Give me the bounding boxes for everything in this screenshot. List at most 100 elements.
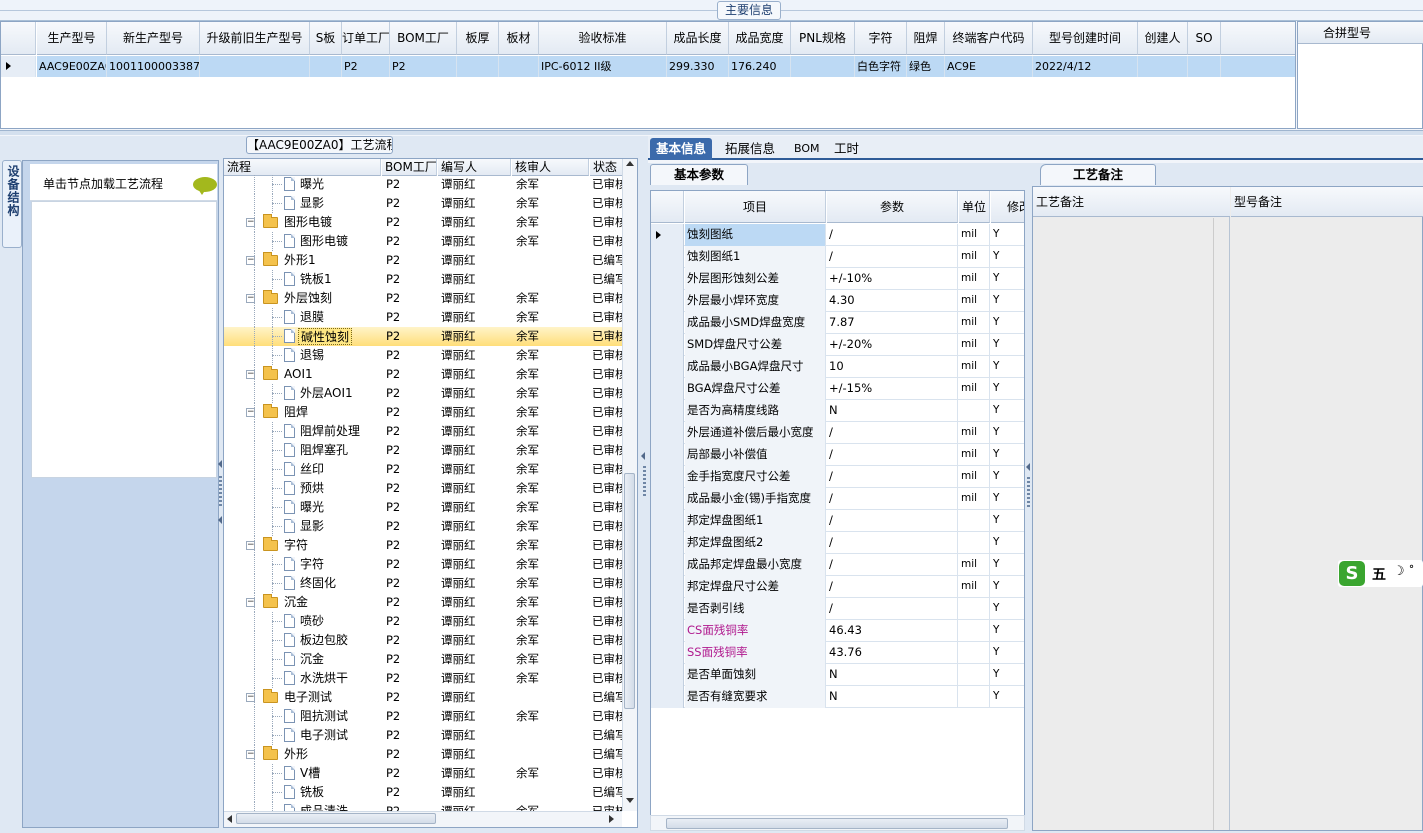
tree-horizontal-thumb[interactable] <box>236 813 436 824</box>
param-item-cell[interactable]: 成品最小SMD焊盘宽度 <box>685 312 826 334</box>
top-cell[interactable]: 2022/4/12 <box>1033 56 1138 77</box>
tree-bom-cell[interactable]: P2 <box>386 232 400 251</box>
tree-bom-cell[interactable]: P2 <box>386 308 400 327</box>
tree-bom-cell[interactable]: P2 <box>386 764 400 783</box>
tree-col-header[interactable]: 核审人 <box>512 159 589 176</box>
top-cell[interactable]: P2 <box>390 56 457 77</box>
param-row[interactable]: CS面残铜率 46.43 Y <box>651 620 1024 642</box>
param-item-cell[interactable]: 是否剥引线 <box>685 598 826 620</box>
tree-row[interactable]: − 字符 P2 谭丽红 余军 已审核 <box>224 536 622 555</box>
tree-bom-cell[interactable]: P2 <box>386 175 400 194</box>
tree-node-label[interactable]: 预烘 <box>298 480 326 497</box>
top-col-header[interactable]: 订单工厂 <box>342 22 390 55</box>
tree-bom-cell[interactable]: P2 <box>386 194 400 213</box>
tree-reviewer-cell[interactable]: 余军 <box>516 289 539 308</box>
param-item-cell[interactable]: 外层最小焊环宽度 <box>685 290 826 312</box>
param-item-cell[interactable]: 外层图形蚀刻公差 <box>685 268 826 290</box>
param-col-header[interactable]: 修改 <box>991 191 1024 223</box>
tab-basic-info[interactable]: 基本信息 <box>650 138 713 160</box>
tree-status-cell[interactable]: 已审核 <box>592 707 622 726</box>
tree-status-cell[interactable]: 已审核 <box>592 289 622 308</box>
top-col-header[interactable]: 成品宽度 <box>729 22 791 55</box>
tree-bom-cell[interactable]: P2 <box>386 289 400 308</box>
param-mod-cell[interactable]: Y <box>991 444 1024 466</box>
tree-bom-cell[interactable]: P2 <box>386 688 400 707</box>
tree-status-cell[interactable]: 已编写 <box>592 726 622 745</box>
tree-status-cell[interactable]: 已审核 <box>592 422 622 441</box>
param-item-cell[interactable]: 邦定焊盘尺寸公差 <box>685 576 826 598</box>
tree-row[interactable]: 铣板 P2 谭丽红 已编写 <box>224 783 622 802</box>
param-value-cell[interactable]: 4.30 <box>827 290 958 312</box>
vertical-splitter[interactable] <box>640 136 648 833</box>
top-col-header[interactable]: 板材 <box>499 22 539 55</box>
scroll-up-icon[interactable] <box>626 161 634 166</box>
tree-bom-cell[interactable]: P2 <box>386 384 400 403</box>
tree-node-label[interactable]: 铣板1 <box>298 271 334 288</box>
param-unit-cell[interactable]: mil <box>959 268 990 290</box>
tree-reviewer-cell[interactable]: 余军 <box>516 422 539 441</box>
param-row[interactable]: 蚀刻图纸1/mil Y <box>651 246 1024 268</box>
tree-node-label[interactable]: 阻焊前处理 <box>298 423 362 440</box>
tree-status-cell[interactable]: 已编写 <box>592 783 622 802</box>
param-row[interactable]: 是否单面蚀刻 N Y <box>651 664 1024 686</box>
tree-node-label[interactable]: 退膜 <box>298 309 326 326</box>
tree-node-label[interactable]: 铣板 <box>298 784 326 801</box>
top-col-header[interactable]: BOM工厂 <box>390 22 457 55</box>
tree-status-cell[interactable]: 已审核 <box>592 669 622 688</box>
param-mod-cell[interactable]: Y <box>991 224 1024 246</box>
top-col-header[interactable]: 板厚 <box>457 22 499 55</box>
tree-row[interactable]: 字符 P2 谭丽红 余军 已审核 <box>224 555 622 574</box>
notes-vertical-scrollbar[interactable] <box>1213 218 1229 830</box>
tree-row[interactable]: 显影 P2 谭丽红 余军 已审核 <box>224 517 622 536</box>
tree-status-cell[interactable]: 已审核 <box>592 517 622 536</box>
param-mod-cell[interactable]: Y <box>991 620 1024 642</box>
tree-reviewer-cell[interactable]: 余军 <box>516 650 539 669</box>
param-value-cell[interactable]: / <box>827 444 958 466</box>
param-unit-cell[interactable]: mil <box>959 312 990 334</box>
top-cell[interactable]: 299.330 <box>667 56 729 77</box>
top-col-header[interactable]: 阻焊 <box>907 22 945 55</box>
tree-node-label[interactable]: 水洗烘干 <box>298 670 350 687</box>
collapse-toggle-icon[interactable]: − <box>246 598 255 607</box>
tree-status-cell[interactable]: 已审核 <box>592 384 622 403</box>
top-cell[interactable]: P2 <box>342 56 390 77</box>
collapse-toggle-icon[interactable]: − <box>246 408 255 417</box>
top-cell[interactable] <box>310 56 342 77</box>
tree-reviewer-cell[interactable]: 余军 <box>516 441 539 460</box>
tree-bom-cell[interactable]: P2 <box>386 441 400 460</box>
param-row[interactable]: 是否为高精度线路 N Y <box>651 400 1024 422</box>
tree-status-cell[interactable]: 已审核 <box>592 479 622 498</box>
param-unit-cell[interactable]: mil <box>959 444 990 466</box>
tree-row[interactable]: 沉金 P2 谭丽红 余军 已审核 <box>224 650 622 669</box>
param-row[interactable]: SS面残铜率 43.76 Y <box>651 642 1024 664</box>
collapse-left-icon[interactable] <box>218 460 222 468</box>
tree-row[interactable]: 喷砂 P2 谭丽红 余军 已审核 <box>224 612 622 631</box>
param-unit-cell[interactable]: mil <box>959 576 990 598</box>
tree-writer-cell[interactable]: 谭丽红 <box>441 365 476 384</box>
tree-writer-cell[interactable]: 谭丽红 <box>441 289 476 308</box>
tree-bom-cell[interactable]: P2 <box>386 365 400 384</box>
tree-reviewer-cell[interactable]: 余军 <box>516 764 539 783</box>
tree-node-label[interactable]: 显影 <box>298 195 326 212</box>
param-value-cell[interactable]: 7.87 <box>827 312 958 334</box>
tree-bom-cell[interactable]: P2 <box>386 422 400 441</box>
top-cell[interactable] <box>1188 56 1221 77</box>
tree-writer-cell[interactable]: 谭丽红 <box>441 498 476 517</box>
tree-writer-cell[interactable]: 谭丽红 <box>441 669 476 688</box>
param-item-cell[interactable]: 金手指宽度尺寸公差 <box>685 466 826 488</box>
tree-writer-cell[interactable]: 谭丽红 <box>441 574 476 593</box>
tree-bom-cell[interactable]: P2 <box>386 403 400 422</box>
main-info-tab[interactable]: 主要信息 <box>717 1 781 20</box>
collapse-toggle-icon[interactable]: − <box>246 693 255 702</box>
tree-reviewer-cell[interactable]: 余军 <box>516 403 539 422</box>
tree-status-cell[interactable]: 已审核 <box>592 650 622 669</box>
top-col-header[interactable]: 生产型号 <box>37 22 107 55</box>
tree-node-label[interactable]: 退锡 <box>298 347 326 364</box>
tree-row[interactable]: 显影 P2 谭丽红 余军 已审核 <box>224 194 622 213</box>
tree-row[interactable]: 阻焊塞孔 P2 谭丽红 余军 已审核 <box>224 441 622 460</box>
tree-writer-cell[interactable]: 谭丽红 <box>441 403 476 422</box>
param-value-cell[interactable]: / <box>827 598 958 620</box>
collapse-toggle-icon[interactable]: − <box>246 541 255 550</box>
param-value-cell[interactable]: / <box>827 576 958 598</box>
tree-writer-cell[interactable]: 谭丽红 <box>441 213 476 232</box>
